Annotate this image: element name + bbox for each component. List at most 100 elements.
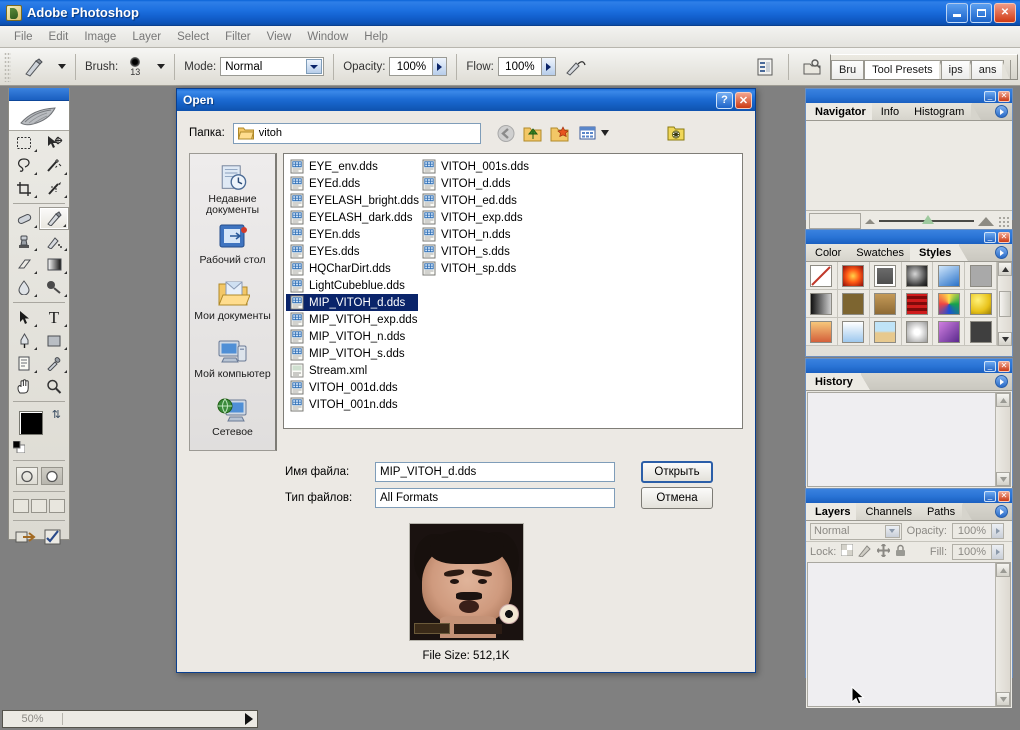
dodge-tool-icon[interactable] [39, 276, 69, 299]
menu-view[interactable]: View [259, 29, 300, 45]
style-swatch-cell[interactable] [902, 262, 934, 290]
move-tool-icon[interactable] [39, 131, 69, 154]
views-icon[interactable] [576, 123, 599, 144]
file-list-item[interactable]: EYELASH_bright.dds [286, 192, 418, 209]
file-list-item[interactable]: VITOH_s.dds [418, 243, 550, 260]
file-list-item[interactable]: Stream.xml [286, 362, 418, 379]
eraser-tool-icon[interactable] [9, 253, 39, 276]
blue-sky-style[interactable] [938, 265, 960, 287]
menu-select[interactable]: Select [169, 29, 217, 45]
open-button[interactable]: Открыть [641, 461, 713, 483]
file-browser-icon[interactable] [753, 55, 777, 79]
style-swatch-cell[interactable] [870, 262, 902, 290]
minimize-palette-button[interactable]: _ [984, 491, 996, 502]
tab-histogram[interactable]: Histogram [905, 103, 972, 120]
standard-screen-icon[interactable] [13, 499, 29, 513]
style-swatch-cell[interactable] [902, 290, 934, 318]
abstract-color-style[interactable] [938, 293, 960, 315]
style-swatch-cell[interactable] [838, 262, 870, 290]
layers-list[interactable] [807, 562, 1011, 707]
noise-style[interactable] [906, 321, 928, 343]
flow-control[interactable]: 100% [498, 57, 556, 76]
dark-swirl-style[interactable] [906, 265, 928, 287]
blend-mode-select[interactable]: Normal [220, 57, 324, 76]
style-swatch-cell[interactable] [838, 290, 870, 318]
marquee-tool-icon[interactable] [9, 131, 39, 154]
place-recent-documents[interactable]: Недавние документы [190, 160, 275, 216]
style-swatch-cell[interactable] [806, 290, 838, 318]
scroll-up-icon[interactable] [996, 393, 1010, 407]
file-list-item[interactable]: MIP_VITOH_exp.dds [286, 311, 418, 328]
olive-brown-style[interactable] [842, 293, 864, 315]
chevron-down-icon[interactable] [438, 490, 454, 506]
cancel-button[interactable]: Отмена [641, 487, 713, 509]
history-brush-tool-icon[interactable] [39, 230, 69, 253]
palette-menu-icon[interactable] [995, 105, 1008, 118]
close-palette-button[interactable]: ✕ [998, 361, 1010, 372]
minimize-palette-button[interactable]: _ [984, 91, 996, 102]
shape-tool-icon[interactable] [39, 329, 69, 352]
new-folder-icon[interactable] [549, 123, 572, 144]
layers-palette-titlebar[interactable]: _ ✕ [806, 489, 1012, 503]
navigator-zoom-input[interactable] [809, 213, 861, 229]
history-scrollbar[interactable] [995, 393, 1010, 486]
lock-transparency-icon[interactable] [841, 544, 853, 559]
file-list-item[interactable]: MIP_VITOH_n.dds [286, 328, 418, 345]
zoom-level-value[interactable]: 50% [3, 713, 63, 725]
purple-box-style[interactable] [938, 321, 960, 343]
toolbox-drag-handle[interactable] [9, 88, 69, 101]
quick-mask-mode-icon[interactable] [41, 467, 63, 485]
file-type-select[interactable]: All Formats [375, 488, 615, 508]
blur-tool-icon[interactable] [9, 276, 39, 299]
up-one-level-icon[interactable] [522, 123, 545, 144]
current-tool-icon[interactable] [19, 54, 49, 80]
style-swatch-cell[interactable] [965, 262, 997, 290]
slider-track[interactable] [879, 220, 974, 222]
file-list-item[interactable]: EYEs.dds [286, 243, 418, 260]
crop-tool-icon[interactable] [9, 177, 39, 200]
file-list-item[interactable]: VITOH_sp.dds [418, 260, 550, 277]
scroll-down-icon[interactable] [996, 472, 1010, 486]
palette-tab-tool-presets[interactable]: Tool Presets [864, 60, 941, 79]
navigator-zoom-slider[interactable] [865, 217, 994, 226]
beach-style[interactable] [874, 321, 896, 343]
palette-well-icon[interactable] [800, 55, 824, 79]
tab-layers[interactable]: Layers [806, 503, 858, 520]
sunset-style[interactable] [810, 321, 832, 343]
standard-mode-icon[interactable] [16, 467, 38, 485]
style-swatch-cell[interactable] [838, 318, 870, 346]
brush-preview[interactable]: 13 [122, 57, 148, 77]
opacity-control[interactable]: 100% [389, 57, 447, 76]
chevron-down-icon[interactable] [287, 125, 304, 142]
file-list-item[interactable]: VITOH_exp.dds [418, 209, 550, 226]
default-colors-icon[interactable] [13, 441, 25, 453]
yellow-gloss-style[interactable] [970, 293, 992, 315]
file-list-item[interactable]: MIP_VITOH_d.dds [286, 294, 418, 311]
foreground-color-swatch[interactable] [19, 411, 43, 435]
lock-image-icon[interactable] [858, 544, 872, 560]
scroll-up-icon[interactable] [996, 563, 1010, 577]
file-list-item[interactable]: EYEn.dds [286, 226, 418, 243]
tab-swatches[interactable]: Swatches [847, 244, 912, 261]
tab-history[interactable]: History [806, 373, 861, 390]
use-adobe-dialog-icon[interactable] [665, 123, 688, 144]
menu-filter[interactable]: Filter [217, 29, 259, 45]
menu-window[interactable]: Window [299, 29, 356, 45]
menu-edit[interactable]: Edit [41, 29, 77, 45]
path-selection-tool-icon[interactable] [9, 306, 39, 329]
maximize-button[interactable] [970, 3, 992, 23]
file-list-item[interactable]: LightCubeblue.dds [286, 277, 418, 294]
red-glow-style[interactable] [842, 265, 864, 287]
swap-colors-icon[interactable]: ⇅ [52, 408, 61, 421]
help-button[interactable]: ? [716, 92, 733, 109]
tab-paths[interactable]: Paths [918, 503, 963, 520]
file-list-item[interactable]: VITOH_001d.dds [286, 379, 418, 396]
airbrush-icon[interactable] [564, 55, 588, 79]
zoom-tool-icon[interactable] [39, 375, 69, 398]
file-list-item[interactable]: HQCharDirt.dds [286, 260, 418, 277]
views-dropdown-icon[interactable] [601, 127, 609, 139]
notes-tool-icon[interactable] [9, 352, 39, 375]
gradient-tool-icon[interactable] [39, 253, 69, 276]
palette-tab-layer-comps[interactable]: ips [941, 60, 971, 79]
fill-value[interactable]: 100% [952, 544, 992, 560]
